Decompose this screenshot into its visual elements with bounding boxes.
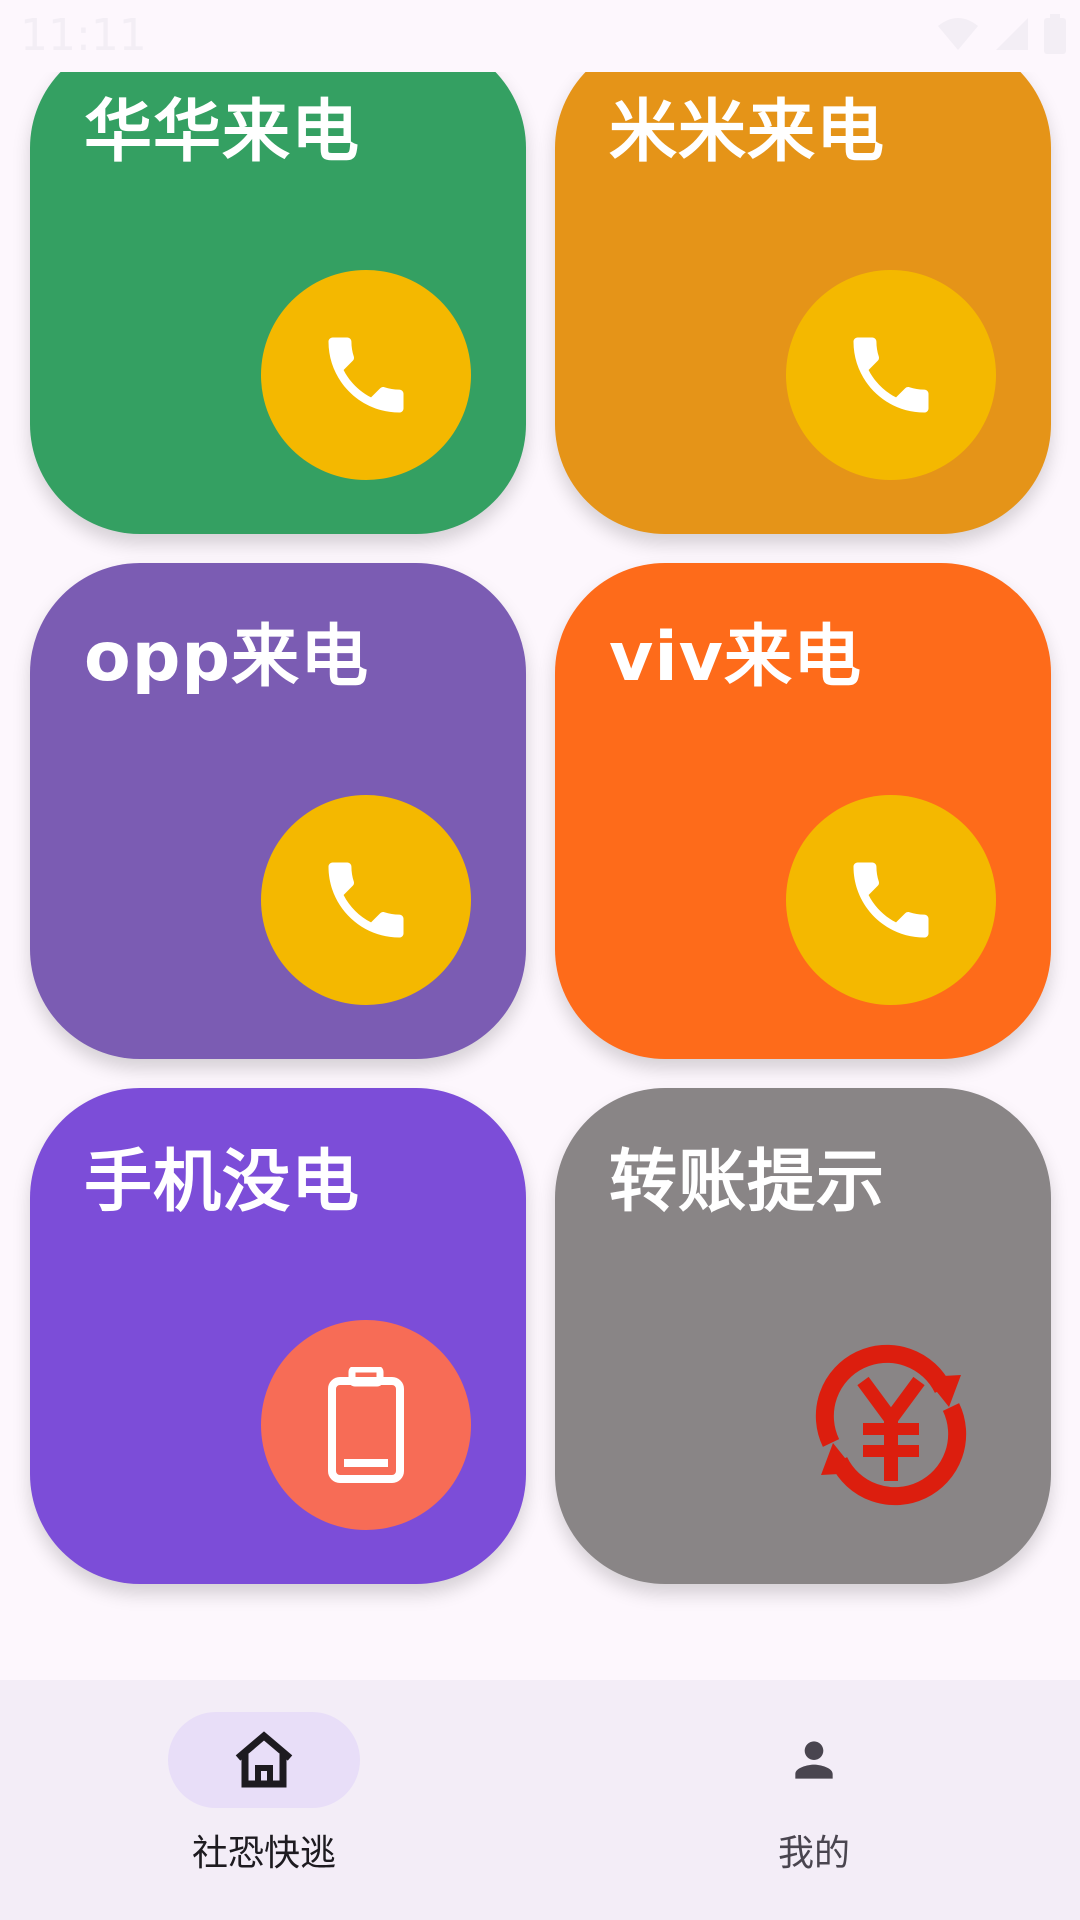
- call-button-circle: [261, 795, 471, 1005]
- card-mimi-call[interactable]: 米米来电: [555, 38, 1051, 534]
- signal-icon: [996, 18, 1028, 50]
- phone-icon: [853, 862, 929, 938]
- call-button-circle: [261, 270, 471, 480]
- app-screen: 11:11 华华来电 米米来电 opp来电 viv来电 手机没电 转账提示 社恐…: [0, 0, 1080, 1920]
- nav-pill: [718, 1712, 910, 1808]
- yuan-transfer-icon: [815, 1344, 967, 1506]
- phone-icon: [328, 337, 404, 413]
- person-icon: [795, 1741, 833, 1779]
- status-icons: [936, 14, 1066, 54]
- card-title: 米米来电: [609, 93, 886, 172]
- card-title: 转账提示: [609, 1143, 886, 1222]
- wifi-icon: [938, 18, 978, 50]
- bottom-navigation: 社恐快逃 我的: [0, 1680, 1080, 1920]
- battery-icon: [328, 1367, 404, 1483]
- battery-button-circle: [261, 1320, 471, 1530]
- nav-label-profile: 我的: [777, 1833, 850, 1874]
- call-button-circle: [786, 795, 996, 1005]
- phone-icon: [853, 337, 929, 413]
- transfer-icon-holder: [786, 1320, 996, 1530]
- call-button-circle: [786, 270, 996, 480]
- nav-item-profile[interactable]: 我的: [658, 1712, 958, 1882]
- card-title: 手机没电: [84, 1143, 361, 1222]
- card-battery-dead[interactable]: 手机没电: [30, 1088, 526, 1584]
- card-title: viv来电: [609, 618, 862, 697]
- card-title: opp来电: [84, 618, 370, 697]
- card-transfer-notice[interactable]: 转账提示: [555, 1088, 1051, 1584]
- status-bar: 11:11: [0, 0, 1080, 72]
- card-title: 华华来电: [84, 93, 361, 172]
- phone-icon: [328, 862, 404, 938]
- status-time: 11:11: [20, 10, 147, 61]
- home-icon: [235, 1731, 293, 1788]
- nav-label-home: 社恐快逃: [191, 1833, 336, 1874]
- card-viv-call[interactable]: viv来电: [555, 563, 1051, 1059]
- nav-pill-selected: [168, 1712, 360, 1808]
- card-opp-call[interactable]: opp来电: [30, 563, 526, 1059]
- battery-status-icon: [1044, 14, 1066, 54]
- card-huahua-call[interactable]: 华华来电: [30, 38, 526, 534]
- nav-item-home[interactable]: 社恐快逃: [108, 1712, 408, 1882]
